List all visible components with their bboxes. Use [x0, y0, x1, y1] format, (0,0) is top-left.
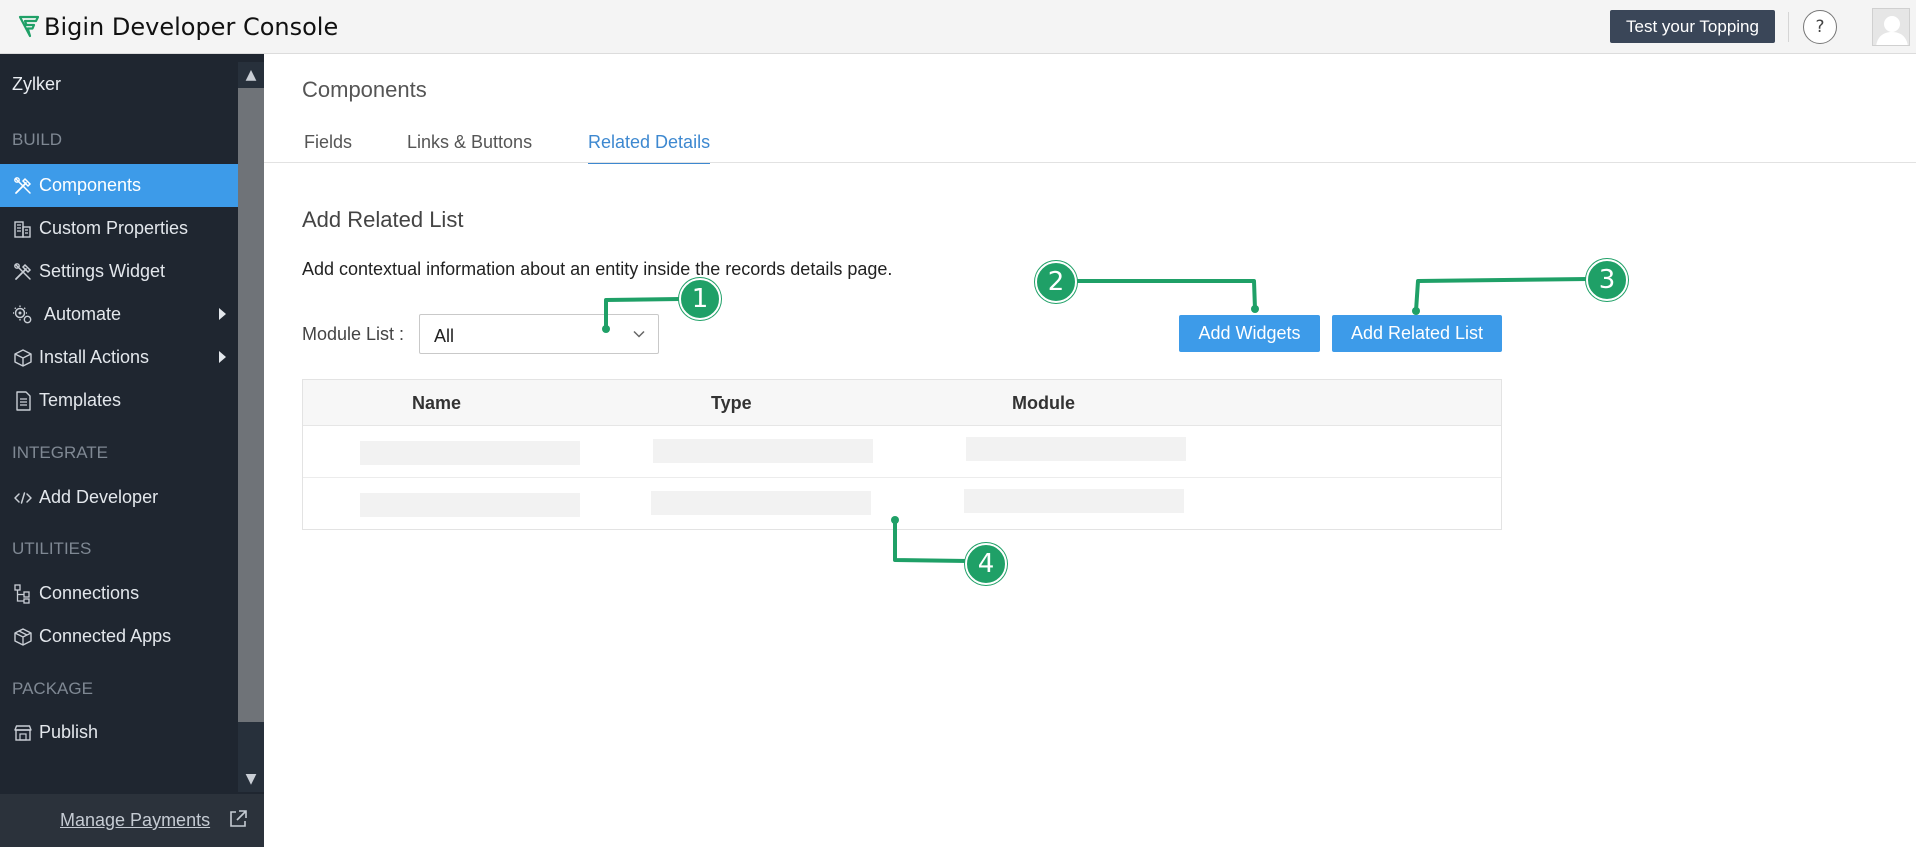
- test-topping-button[interactable]: Test your Topping: [1610, 10, 1775, 43]
- sidebar-item-label: Install Actions: [39, 347, 150, 367]
- external-link-icon[interactable]: [227, 808, 249, 830]
- scroll-down-icon[interactable]: ▼: [238, 766, 264, 792]
- table-header: Name Type Module: [303, 380, 1501, 426]
- table-row[interactable]: [303, 426, 1501, 478]
- sidebar-item-label: Publish: [39, 722, 99, 742]
- tools-icon: [14, 262, 32, 280]
- sidebar-item-label: Add Developer: [39, 487, 159, 507]
- sidebar-item-connected-apps[interactable]: Connected Apps: [0, 615, 238, 658]
- expand-arrow-icon: [219, 308, 226, 320]
- store-icon: [14, 724, 32, 741]
- box-icon: [14, 348, 32, 367]
- sidebar-item-label: Automate: [44, 304, 122, 324]
- org-name: Zylker: [12, 74, 61, 94]
- loading-placeholder: [360, 493, 580, 517]
- tools-icon: [14, 176, 32, 194]
- sidebar-item-label: Settings Widget: [39, 261, 166, 281]
- building-icon: [14, 220, 31, 238]
- sidebar-item-components[interactable]: Components: [0, 164, 238, 207]
- connections-icon: [14, 583, 30, 604]
- sidebar: Zylker BUILD Components Custom Propertie…: [0, 54, 264, 847]
- callout-badge-3: 3: [1586, 259, 1628, 301]
- add-widgets-button[interactable]: Add Widgets: [1179, 315, 1320, 352]
- sidebar-item-automate[interactable]: Automate: [0, 293, 238, 336]
- tab-links-buttons[interactable]: Links & Buttons: [407, 132, 532, 164]
- document-icon: [16, 390, 31, 411]
- sidebar-item-label: Templates: [39, 390, 122, 410]
- brand[interactable]: Bigin Developer Console: [18, 12, 338, 42]
- sidebar-item-settings-widget[interactable]: Settings Widget: [0, 250, 238, 293]
- gears-icon: [13, 305, 32, 323]
- loading-placeholder: [651, 491, 871, 515]
- section-description: Add contextual information about an enti…: [302, 259, 893, 279]
- sidebar-item-label: Connected Apps: [39, 626, 172, 646]
- tab-divider: [264, 162, 1916, 163]
- tab-fields[interactable]: Fields: [304, 132, 352, 164]
- sidebar-item-templates[interactable]: Templates: [0, 379, 238, 422]
- callout-badge-1: 1: [679, 278, 721, 320]
- loading-placeholder: [966, 437, 1186, 461]
- expand-arrow-icon: [219, 351, 226, 363]
- callout-badge-4: 4: [965, 543, 1007, 585]
- section-utilities: UTILITIES: [12, 539, 92, 558]
- sidebar-item-custom-properties[interactable]: Custom Properties: [0, 207, 238, 250]
- loading-placeholder: [964, 489, 1184, 513]
- column-header-type[interactable]: Type: [711, 393, 752, 414]
- column-header-module[interactable]: Module: [1012, 393, 1075, 414]
- sidebar-item-publish[interactable]: Publish: [0, 711, 238, 754]
- module-list-label: Module List :: [302, 324, 405, 344]
- sidebar-scrollbar-thumb[interactable]: [238, 88, 264, 722]
- section-package: PACKAGE: [12, 679, 93, 698]
- section-build: BUILD: [12, 130, 63, 149]
- sidebar-item-add-developer[interactable]: Add Developer: [0, 476, 238, 519]
- loading-placeholder: [360, 441, 580, 465]
- related-list-table: Name Type Module: [302, 379, 1502, 530]
- user-avatar-icon: [1876, 16, 1908, 45]
- loading-placeholder: [653, 439, 873, 463]
- section-heading: Add Related List: [302, 207, 464, 232]
- chevron-down-icon: [633, 330, 645, 338]
- sidebar-item-install-actions[interactable]: Install Actions: [0, 336, 238, 379]
- table-row[interactable]: [303, 479, 1501, 531]
- sidebar-nav: Zylker BUILD Components Custom Propertie…: [0, 54, 238, 792]
- top-bar: Bigin Developer Console Test your Toppin…: [0, 0, 1916, 54]
- user-avatar[interactable]: [1872, 8, 1910, 46]
- scroll-up-icon[interactable]: ▲: [238, 62, 264, 88]
- header-divider: [1788, 12, 1789, 42]
- tab-related-details[interactable]: Related Details: [588, 132, 711, 164]
- module-list-select[interactable]: All: [419, 314, 659, 354]
- column-header-name[interactable]: Name: [412, 393, 461, 414]
- sidebar-footer: Manage Payments: [0, 794, 264, 847]
- code-icon: [14, 491, 32, 504]
- callout-badge-2: 2: [1035, 261, 1077, 303]
- sidebar-item-label: Custom Properties: [39, 218, 189, 238]
- bigin-logo-icon: [18, 15, 40, 38]
- module-select-value: All: [434, 326, 455, 346]
- help-button[interactable]: ?: [1803, 10, 1837, 44]
- sidebar-item-label: Connections: [39, 583, 140, 603]
- manage-payments-link[interactable]: Manage Payments: [60, 810, 210, 831]
- sidebar-item-label: Components: [39, 175, 142, 195]
- sidebar-item-connections[interactable]: Connections: [0, 572, 238, 615]
- package-icon: [14, 627, 32, 646]
- page-title: Components: [302, 77, 427, 102]
- add-related-list-button[interactable]: Add Related List: [1332, 315, 1502, 352]
- section-integrate: INTEGRATE: [12, 443, 109, 462]
- app-title: Bigin Developer Console: [44, 13, 339, 41]
